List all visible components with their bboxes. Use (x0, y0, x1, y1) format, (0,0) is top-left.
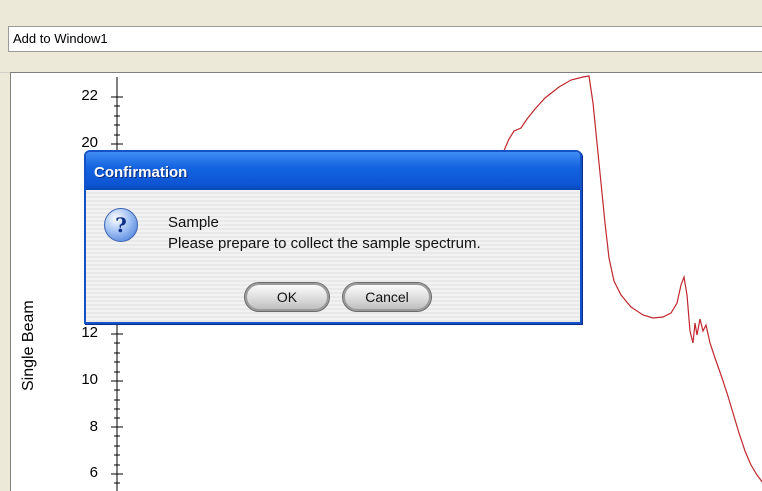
window-selector[interactable]: Add to Window1 (8, 26, 762, 52)
dialog-title[interactable]: Confirmation (86, 152, 580, 190)
y-tick-20: 20 (81, 134, 98, 151)
top-strip (0, 0, 762, 24)
question-icon: ? (104, 208, 138, 242)
dialog-body: ? Sample Please prepare to collect the s… (86, 190, 580, 322)
confirmation-dialog: Confirmation ? Sample Please prepare to … (84, 150, 582, 324)
y-tick-6: 6 (89, 464, 98, 481)
y-tick-12: 12 (81, 324, 98, 341)
y-tick-8: 8 (89, 418, 98, 435)
dialog-heading: Sample (168, 214, 219, 231)
ok-button[interactable]: OK (244, 282, 330, 312)
y-tick-22: 22 (81, 87, 98, 104)
dialog-message: Please prepare to collect the sample spe… (168, 235, 481, 252)
cancel-button[interactable]: Cancel (342, 282, 432, 312)
toolbar-spacer (0, 52, 762, 73)
y-tick-10: 10 (81, 371, 98, 388)
y-axis-label: Single Beam (20, 300, 37, 391)
